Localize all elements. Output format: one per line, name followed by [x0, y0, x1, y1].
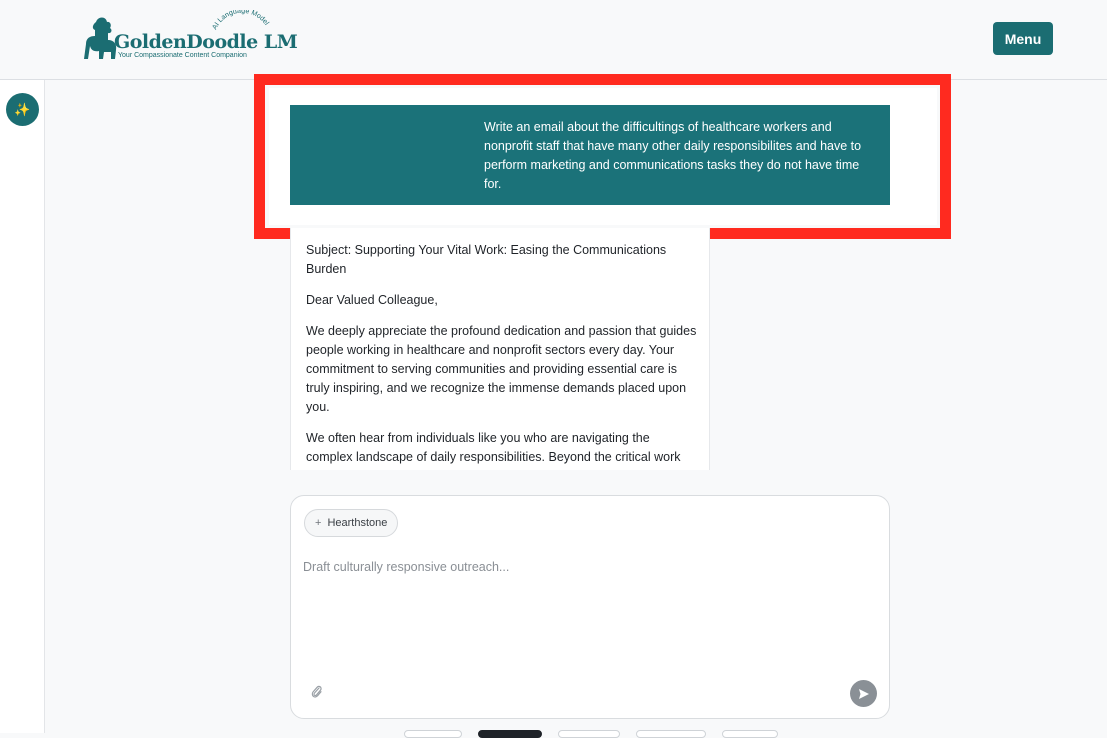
- dog-logo-icon: [84, 17, 117, 59]
- send-button[interactable]: [850, 680, 877, 707]
- response-paragraph: Dear Valued Colleague,: [306, 293, 438, 307]
- response-paragraph: We deeply appreciate the profound dedica…: [306, 324, 697, 414]
- pill-tab[interactable]: [636, 730, 706, 738]
- chip-label: Hearthstone: [327, 517, 388, 529]
- svg-text:AI Language Model: AI Language Model: [211, 10, 270, 31]
- response-paragraph: Subject: Supporting Your Vital Work: Eas…: [306, 243, 667, 276]
- hearthstone-chip[interactable]: + Hearthstone: [304, 509, 399, 537]
- menu-button[interactable]: Menu: [993, 22, 1053, 55]
- logo-arc-text: AI Language Model: [211, 10, 270, 31]
- plus-icon: +: [315, 517, 322, 529]
- pill-tab[interactable]: [404, 730, 462, 738]
- response-paragraph: We often hear from individuals like you …: [306, 431, 681, 464]
- logo[interactable]: GoldenDoodle LM Your Compassionate Conte…: [84, 10, 298, 64]
- send-icon: [858, 688, 869, 699]
- pill-tab[interactable]: [558, 730, 620, 738]
- message-composer: + Hearthstone: [290, 495, 890, 719]
- assistant-response: Subject: Supporting Your Vital Work: Eas…: [290, 228, 710, 470]
- annotation-highlight-box: [254, 74, 951, 239]
- app-header: GoldenDoodle LM Your Compassionate Conte…: [0, 0, 1107, 80]
- message-input[interactable]: [303, 560, 873, 574]
- paperclip-icon[interactable]: [310, 684, 324, 700]
- sidebar: ✨: [0, 80, 45, 733]
- pill-tab[interactable]: [722, 730, 778, 738]
- sparkles-icon[interactable]: ✨: [6, 93, 39, 126]
- pill-tab-active[interactable]: [478, 730, 542, 738]
